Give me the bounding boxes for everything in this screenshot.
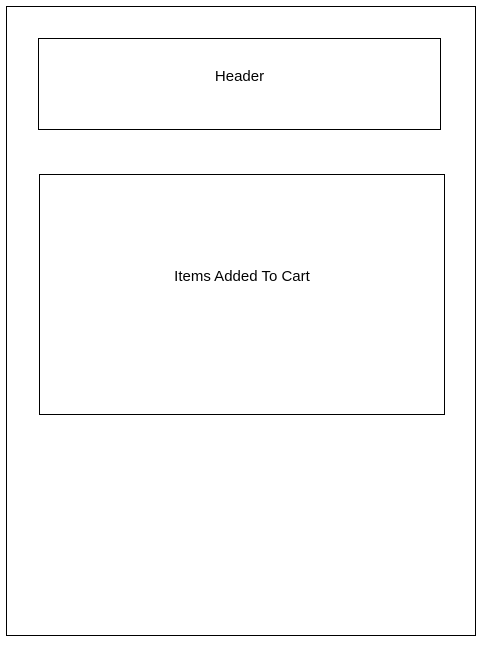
cart-items-label: Items Added To Cart bbox=[174, 268, 310, 285]
cart-items-region: Items Added To Cart bbox=[39, 174, 445, 415]
header-region: Header bbox=[38, 38, 441, 130]
header-label: Header bbox=[214, 68, 265, 85]
